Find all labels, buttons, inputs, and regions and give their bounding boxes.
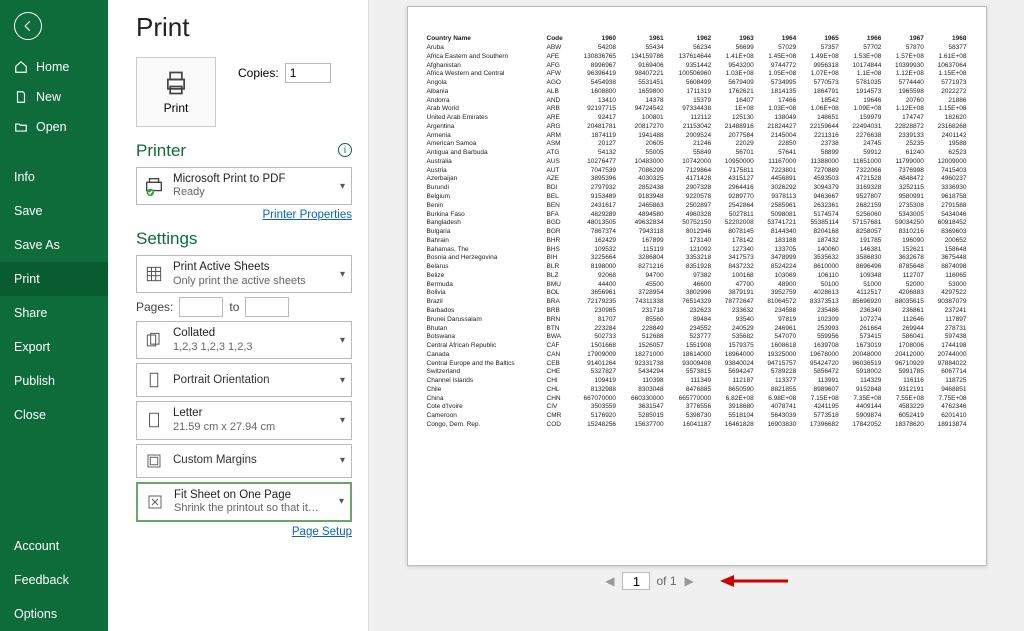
open-icon <box>14 120 28 134</box>
nav-label: New <box>36 90 61 104</box>
nav-label: Close <box>14 408 46 422</box>
chevron-down-icon: ▾ <box>340 455 345 466</box>
nav-close[interactable]: Close <box>0 398 108 432</box>
paper-icon <box>143 411 165 429</box>
orientation-select[interactable]: Portrait Orientation ▾ <box>136 363 352 397</box>
nav-label: Info <box>14 170 35 184</box>
new-icon <box>14 90 28 104</box>
printer-name: Microsoft Print to PDF <box>173 172 332 186</box>
nav-feedback[interactable]: Feedback <box>0 563 108 597</box>
nav-label: Home <box>36 60 69 74</box>
print-button-label: Print <box>164 101 189 115</box>
pages-to-input[interactable] <box>245 297 289 317</box>
fit-icon <box>144 493 166 511</box>
collation-select[interactable]: Collated 1,2,3 1,2,3 1,2,3 ▾ <box>136 321 352 359</box>
chevron-down-icon: ▾ <box>340 335 345 346</box>
portrait-icon <box>143 371 165 389</box>
nav-print[interactable]: Print <box>0 262 108 296</box>
print-button[interactable]: Print <box>136 57 216 127</box>
printer-status-icon <box>143 175 165 197</box>
collated-icon <box>143 330 165 350</box>
page-title: Print <box>136 12 352 43</box>
print-what-select[interactable]: Print Active Sheets Only print the activ… <box>136 255 352 293</box>
print-preview-page: Country NameCode196019611962196319641965… <box>407 6 987 566</box>
margins-label: Custom Margins <box>173 453 332 467</box>
nav-label: Save <box>14 204 43 218</box>
scaling-title: Fit Sheet on One Page <box>174 488 331 502</box>
pages-to-label: to <box>229 300 239 314</box>
page-number-input[interactable] <box>622 572 650 590</box>
preview-table: Country NameCode196019611962196319641965… <box>426 35 968 430</box>
nav-saveas[interactable]: Save As <box>0 228 108 262</box>
nav-new[interactable]: New <box>0 82 108 112</box>
paper-select[interactable]: Letter 21.59 cm x 27.94 cm ▾ <box>136 401 352 439</box>
printer-select[interactable]: Microsoft Print to PDF Ready ▾ <box>136 167 352 205</box>
nav-label: Print <box>14 272 40 286</box>
nav-home[interactable]: Home <box>0 52 108 82</box>
paper-sub: 21.59 cm x 27.94 cm <box>173 421 332 435</box>
print-what-sub: Only print the active sheets <box>173 275 332 289</box>
copies-label: Copies: <box>238 66 279 80</box>
nav-share[interactable]: Share <box>0 296 108 330</box>
nav-export[interactable]: Export <box>0 330 108 364</box>
printer-icon <box>162 69 190 97</box>
chevron-down-icon: ▾ <box>340 375 345 386</box>
orientation-label: Portrait Orientation <box>173 373 332 387</box>
page-of-label: of 1 <box>656 574 676 588</box>
page-setup-link[interactable]: Page Setup <box>136 526 352 538</box>
prev-page-button[interactable]: ◀ <box>603 574 616 588</box>
nav-publish[interactable]: Publish <box>0 364 108 398</box>
margins-icon <box>143 452 165 470</box>
collation-title: Collated <box>173 326 332 340</box>
printer-heading: Printer i <box>136 141 352 161</box>
chevron-down-icon: ▾ <box>340 269 345 280</box>
chevron-down-icon: ▾ <box>339 496 344 507</box>
info-icon[interactable]: i <box>338 143 352 157</box>
nav-label: Account <box>14 539 59 553</box>
sheets-icon <box>143 264 165 284</box>
scaling-sub: Shrink the printout so that it… <box>174 502 331 516</box>
home-icon <box>14 60 28 74</box>
margins-select[interactable]: Custom Margins ▾ <box>136 444 352 478</box>
back-button[interactable] <box>14 12 42 40</box>
nav-label: Publish <box>14 374 55 388</box>
nav-options[interactable]: Options <box>0 597 108 631</box>
nav-label: Export <box>14 340 50 354</box>
nav-label: Share <box>14 306 47 320</box>
pages-label: Pages: <box>136 300 173 314</box>
next-page-button[interactable]: ▶ <box>683 574 696 588</box>
copies-input[interactable] <box>285 63 331 83</box>
nav-label: Save As <box>14 238 60 252</box>
chevron-down-icon: ▾ <box>340 181 345 192</box>
nav-open[interactable]: Open <box>0 112 108 142</box>
settings-heading: Settings <box>136 229 352 249</box>
printer-status: Ready <box>173 186 332 200</box>
chevron-down-icon: ▾ <box>340 415 345 426</box>
printer-properties-link[interactable]: Printer Properties <box>136 209 352 221</box>
print-what-title: Print Active Sheets <box>173 260 332 274</box>
paper-title: Letter <box>173 406 332 420</box>
nav-label: Feedback <box>14 573 69 587</box>
pages-from-input[interactable] <box>179 297 223 317</box>
collation-sub: 1,2,3 1,2,3 1,2,3 <box>173 341 332 355</box>
nav-info[interactable]: Info <box>0 160 108 194</box>
scaling-select[interactable]: Fit Sheet on One Page Shrink the printou… <box>136 482 352 522</box>
nav-label: Open <box>36 120 67 134</box>
annotation-arrow <box>720 572 790 590</box>
nav-account[interactable]: Account <box>0 529 108 563</box>
nav-save[interactable]: Save <box>0 194 108 228</box>
nav-label: Options <box>14 607 57 621</box>
